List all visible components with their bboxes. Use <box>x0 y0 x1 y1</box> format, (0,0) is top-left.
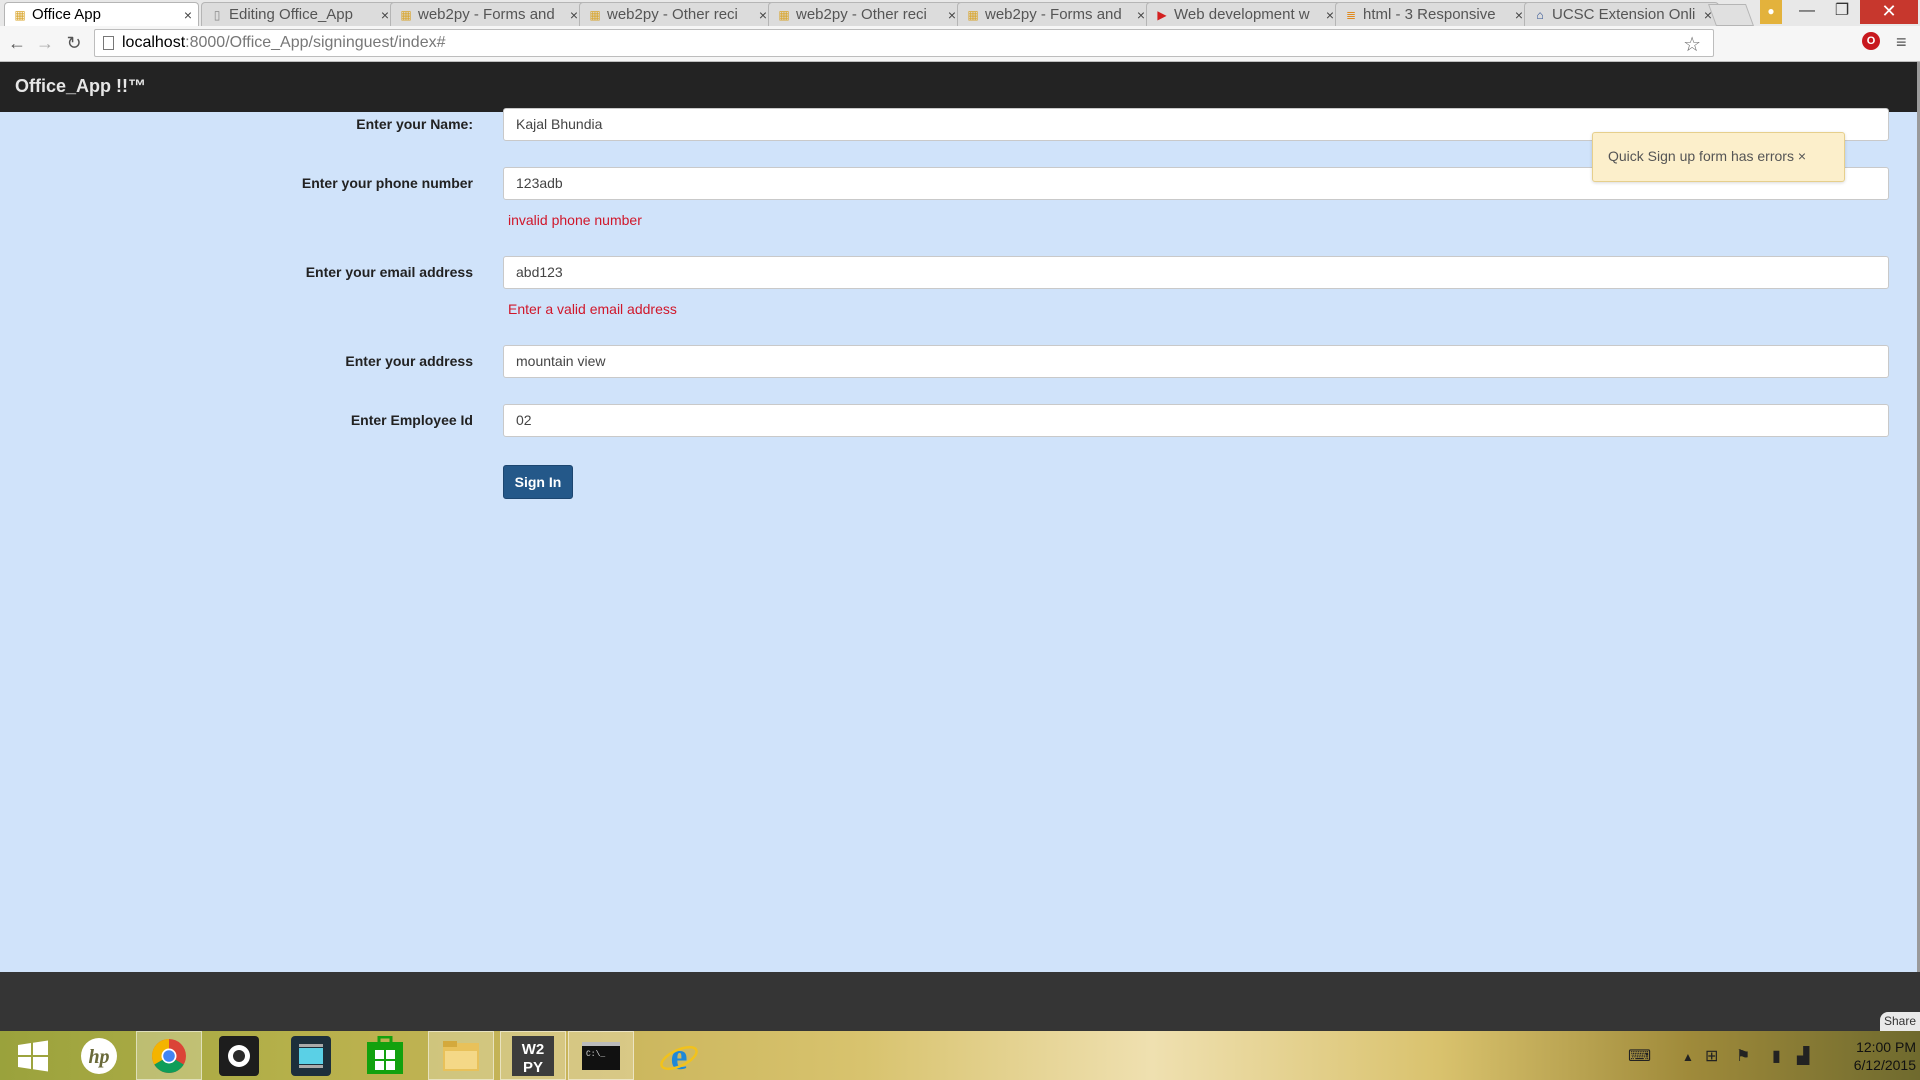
opera-extension-icon[interactable]: O <box>1862 32 1880 50</box>
close-window-icon[interactable]: ✕ <box>1860 0 1918 24</box>
address-input[interactable]: mountain view <box>503 345 1889 378</box>
address-bar[interactable]: localhost:8000/Office_App/signinguest/in… <box>94 29 1714 57</box>
file-explorer-icon[interactable] <box>428 1031 494 1080</box>
action-center-flag-icon[interactable]: ⚑ <box>1736 1046 1750 1066</box>
system-clock[interactable]: 12:00 PM 6/12/2015 <box>1830 1038 1916 1074</box>
flash-error-message[interactable]: Quick Sign up form has errors × <box>1592 132 1845 182</box>
command-prompt-icon[interactable]: C:\_ <box>568 1031 634 1080</box>
tab-title: Editing Office_App <box>229 6 353 23</box>
new-tab-button[interactable] <box>1707 4 1755 26</box>
tab-close-icon[interactable]: × <box>570 7 578 23</box>
windows-store-icon[interactable] <box>352 1031 418 1080</box>
tab-title: web2py - Forms and <box>418 6 555 23</box>
browser-tab[interactable]: ▦ web2py - Forms and × <box>957 2 1152 26</box>
tab-title: html - 3 Responsive <box>1363 6 1496 23</box>
address-label: Enter your address <box>345 353 473 369</box>
clock-date: 6/12/2015 <box>1853 1057 1916 1073</box>
web2py-favicon-icon: ▦ <box>400 7 412 22</box>
tab-close-icon[interactable]: × <box>381 7 389 23</box>
tab-close-icon[interactable]: × <box>1137 7 1145 23</box>
hamburger-menu-icon[interactable]: ≡ <box>1896 32 1907 53</box>
browser-tab[interactable]: ▯ Editing Office_App × <box>201 2 396 26</box>
webcam-app-icon[interactable] <box>206 1031 272 1080</box>
svg-text:PY: PY <box>523 1059 543 1076</box>
tab-title: web2py - Other reci <box>796 6 927 23</box>
tab-title: web2py - Other reci <box>607 6 738 23</box>
email-error: Enter a valid email address <box>508 301 677 317</box>
email-input[interactable]: abd123 <box>503 256 1889 289</box>
phone-error: invalid phone number <box>508 212 642 228</box>
tab-close-icon[interactable]: × <box>1326 7 1334 23</box>
restore-icon[interactable]: ❐ <box>1825 0 1859 24</box>
internet-explorer-icon[interactable]: e <box>646 1031 712 1080</box>
reload-icon[interactable]: ↻ <box>63 32 85 54</box>
media-app-icon[interactable] <box>278 1031 344 1080</box>
user-profile-icon[interactable]: ● <box>1760 0 1782 24</box>
minimize-icon[interactable]: — <box>1790 0 1824 24</box>
browser-tab[interactable]: ▦ Office App × <box>4 2 199 26</box>
url-path: :8000/Office_App/signinguest/index# <box>185 34 446 51</box>
hp-icon[interactable]: hp <box>66 1031 132 1080</box>
bookmark-star-icon[interactable]: ☆ <box>1683 32 1701 57</box>
page-footer <box>0 972 1920 1031</box>
clock-time: 12:00 PM <box>1856 1039 1916 1055</box>
svg-text:e: e <box>671 1036 688 1076</box>
employee-id-input[interactable]: 02 <box>503 404 1889 437</box>
browser-tab[interactable]: ▦ web2py - Forms and × <box>390 2 585 26</box>
tab-title: web2py - Forms and <box>985 6 1122 23</box>
share-button[interactable]: Share <box>1880 1012 1920 1031</box>
tab-close-icon[interactable]: × <box>184 7 192 23</box>
browser-tab[interactable]: ▦ web2py - Other reci × <box>768 2 963 26</box>
stackoverflow-favicon-icon: ≣ <box>1345 7 1357 22</box>
tab-title: Office App <box>32 6 101 23</box>
svg-text:C:\_: C:\_ <box>586 1050 605 1059</box>
windows-logo-tray-icon[interactable]: ⊞ <box>1705 1046 1718 1066</box>
sign-in-button[interactable]: Sign In <box>503 465 573 499</box>
forward-arrow-icon[interactable]: → <box>34 32 56 54</box>
network-signal-icon[interactable]: ▟ <box>1797 1046 1809 1066</box>
tab-title: UCSC Extension Onli <box>1552 6 1696 23</box>
name-label: Enter your Name: <box>356 116 473 132</box>
show-hidden-icons-icon[interactable]: ▲ <box>1682 1050 1694 1064</box>
browser-tab[interactable]: ▦ web2py - Other reci × <box>579 2 774 26</box>
tab-title: Web development w <box>1174 6 1310 23</box>
page-icon <box>103 36 114 50</box>
web2py-favicon-icon: ▦ <box>14 7 26 22</box>
windows-start-icon[interactable] <box>0 1031 66 1080</box>
tab-close-icon[interactable]: × <box>948 7 956 23</box>
browser-tab[interactable]: ⌂ UCSC Extension Onli × <box>1524 2 1719 26</box>
employee-id-label: Enter Employee Id <box>350 412 473 428</box>
back-arrow-icon[interactable]: ← <box>6 32 28 54</box>
svg-text:hp: hp <box>88 1046 109 1068</box>
ucsc-favicon-icon: ⌂ <box>1536 7 1544 22</box>
web2py-favicon-icon: ▦ <box>589 7 601 22</box>
tab-close-icon[interactable]: × <box>1515 7 1523 23</box>
web2py-app-icon[interactable]: W2 PY <box>500 1031 566 1080</box>
document-favicon-icon: ▯ <box>213 7 221 22</box>
phone-label: Enter your phone number <box>301 175 473 191</box>
battery-icon[interactable]: ▮ <box>1772 1046 1781 1066</box>
browser-titlebar: ▦ Office App × ▯ Editing Office_App × ▦ … <box>0 0 1920 26</box>
chrome-icon[interactable] <box>136 1031 202 1080</box>
browser-tab[interactable]: ≣ html - 3 Responsive × <box>1335 2 1530 26</box>
url-host: localhost <box>122 34 186 51</box>
app-navbar: Office_App !!™ <box>0 62 1920 112</box>
browser-toolbar: ← → ↻ localhost:8000/Office_App/signingu… <box>0 26 1920 62</box>
web2py-favicon-icon: ▦ <box>967 7 979 22</box>
email-label: Enter your email address <box>305 264 473 280</box>
youtube-favicon-icon: ▶ <box>1157 7 1167 22</box>
svg-text:W2: W2 <box>522 1041 545 1058</box>
keyboard-icon[interactable]: ⌨ <box>1628 1046 1651 1066</box>
tab-close-icon[interactable]: × <box>759 7 767 23</box>
app-brand[interactable]: Office_App !!™ <box>15 76 146 97</box>
signup-form: Enter your Name: Kajal Bhundia Enter you… <box>0 108 1920 972</box>
browser-tab[interactable]: ▶ Web development w × <box>1146 2 1341 26</box>
web2py-favicon-icon: ▦ <box>778 7 790 22</box>
